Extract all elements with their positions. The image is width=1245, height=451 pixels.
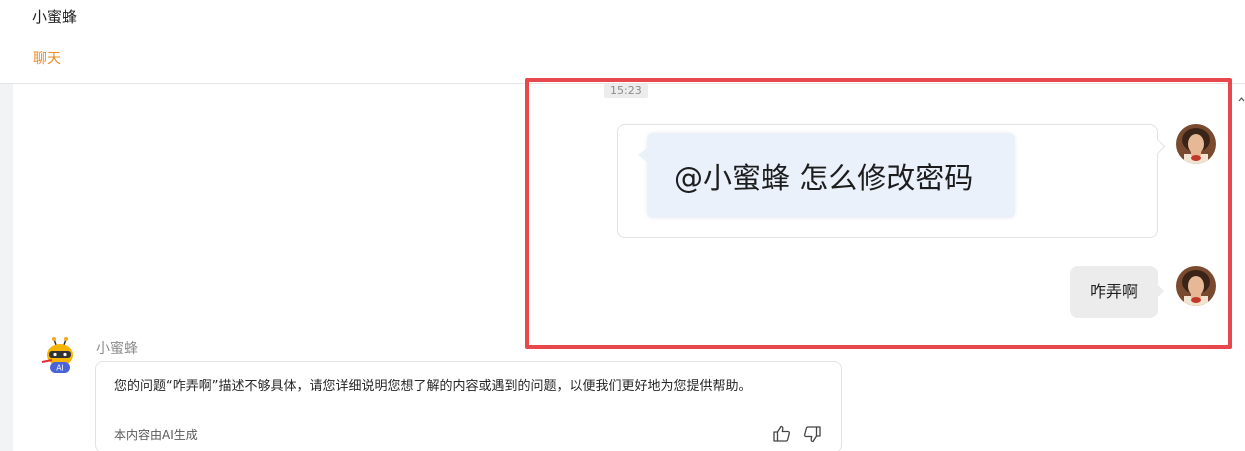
bot-reply-text: 您的问题“咋弄啊”描述不够具体，请您详细说明您想了解的内容或遇到的问题，以便我们… (114, 379, 752, 394)
chat-header: 小蜜蜂 聊天 (0, 0, 1245, 84)
image-message-bubble[interactable]: @小蜜蜂 怎么修改密码 (617, 124, 1158, 238)
message-image[interactable]: @小蜜蜂 怎么修改密码 (638, 133, 1015, 218)
message-timestamp: 15:23 (604, 84, 648, 98)
image-message-text: @小蜜蜂 怎么修改密码 (674, 161, 974, 195)
left-strip (0, 84, 13, 451)
tab-chat[interactable]: 聊天 (33, 48, 61, 68)
thumbs-down-icon[interactable] (802, 424, 822, 444)
bot-name: 小蜜蜂 (96, 341, 138, 357)
scroll-up-icon[interactable] (1238, 90, 1245, 102)
ai-badge: AI (56, 364, 64, 373)
text-message-bubble[interactable]: 咋弄啊 (1070, 266, 1164, 318)
bot-reply-bubble[interactable]: 您的问题“咋弄啊”描述不够具体，请您详细说明您想了解的内容或遇到的问题，以便我们… (95, 361, 842, 451)
bot-avatar[interactable]: AI (40, 336, 80, 376)
user-avatar[interactable] (1176, 124, 1216, 164)
thumbs-up-icon[interactable] (772, 424, 792, 444)
chat-title: 小蜜蜂 (32, 8, 78, 26)
user-avatar[interactable] (1176, 266, 1216, 306)
ai-generated-note: 本内容由AI生成 (114, 428, 198, 442)
